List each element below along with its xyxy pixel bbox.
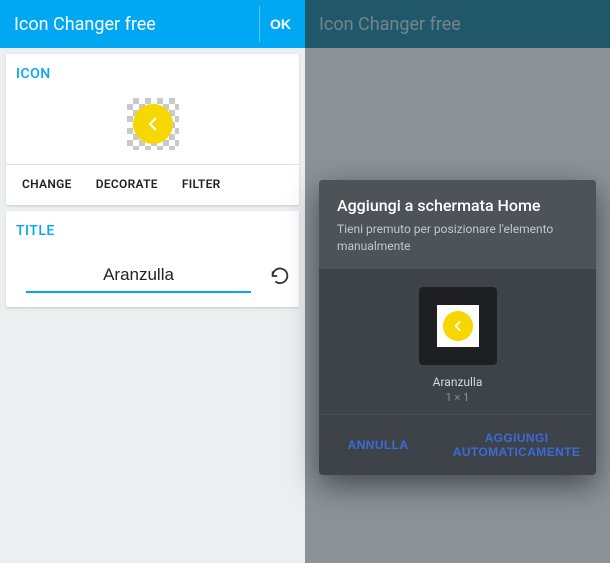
title-card-label: TITLE: [16, 223, 289, 239]
shortcut-name: Aranzulla: [433, 375, 483, 389]
right-screen: Icon Changer free Aggiungi a schermata H…: [305, 0, 610, 563]
left-screen: Icon Changer free OK ICON CHANGE DECORAT…: [0, 0, 305, 563]
shortcut-tile[interactable]: [419, 287, 497, 365]
dialog-body: Aranzulla 1 × 1: [319, 269, 596, 414]
icon-checkerboard[interactable]: [127, 98, 179, 150]
tab-decorate[interactable]: DECORATE: [96, 177, 158, 191]
app-title: Icon Changer free: [14, 14, 156, 35]
tab-change[interactable]: CHANGE: [22, 177, 72, 191]
undo-button[interactable]: [269, 262, 291, 290]
icon-card: ICON CHANGE DECORATE FILTER: [6, 54, 299, 205]
title-row: [16, 249, 289, 297]
ok-button[interactable]: OK: [259, 6, 301, 42]
dialog-actions: ANNULLA AGGIUNGI AUTOMATICAMENTE: [319, 414, 596, 476]
shortcut-dimensions: 1 × 1: [446, 391, 470, 404]
dialog-title: Aggiungi a schermata Home: [337, 196, 578, 215]
icon-preview-area: [16, 92, 289, 164]
undo-icon: [269, 265, 291, 287]
shortcut-canvas: [437, 305, 479, 347]
icon-card-label: ICON: [16, 66, 289, 82]
add-to-home-dialog: Aggiungi a schermata Home Tieni premuto …: [319, 180, 596, 475]
cancel-button[interactable]: ANNULLA: [319, 415, 437, 476]
left-app-bar: Icon Changer free OK: [0, 0, 305, 48]
dialog-subtitle: Tieni premuto per posizionare l'elemento…: [337, 221, 578, 255]
title-card: TITLE: [6, 211, 299, 307]
shortcut-icon: [443, 311, 473, 341]
icon-tabs: CHANGE DECORATE FILTER: [16, 165, 289, 195]
tab-filter[interactable]: FILTER: [182, 177, 221, 191]
chevron-left-icon: [451, 319, 465, 333]
dialog-header: Aggiungi a schermata Home Tieni premuto …: [319, 180, 596, 269]
add-auto-button[interactable]: AGGIUNGI AUTOMATICAMENTE: [437, 415, 596, 476]
app-icon: [133, 104, 173, 144]
title-input[interactable]: [26, 259, 251, 293]
chevron-left-icon: [144, 115, 162, 133]
